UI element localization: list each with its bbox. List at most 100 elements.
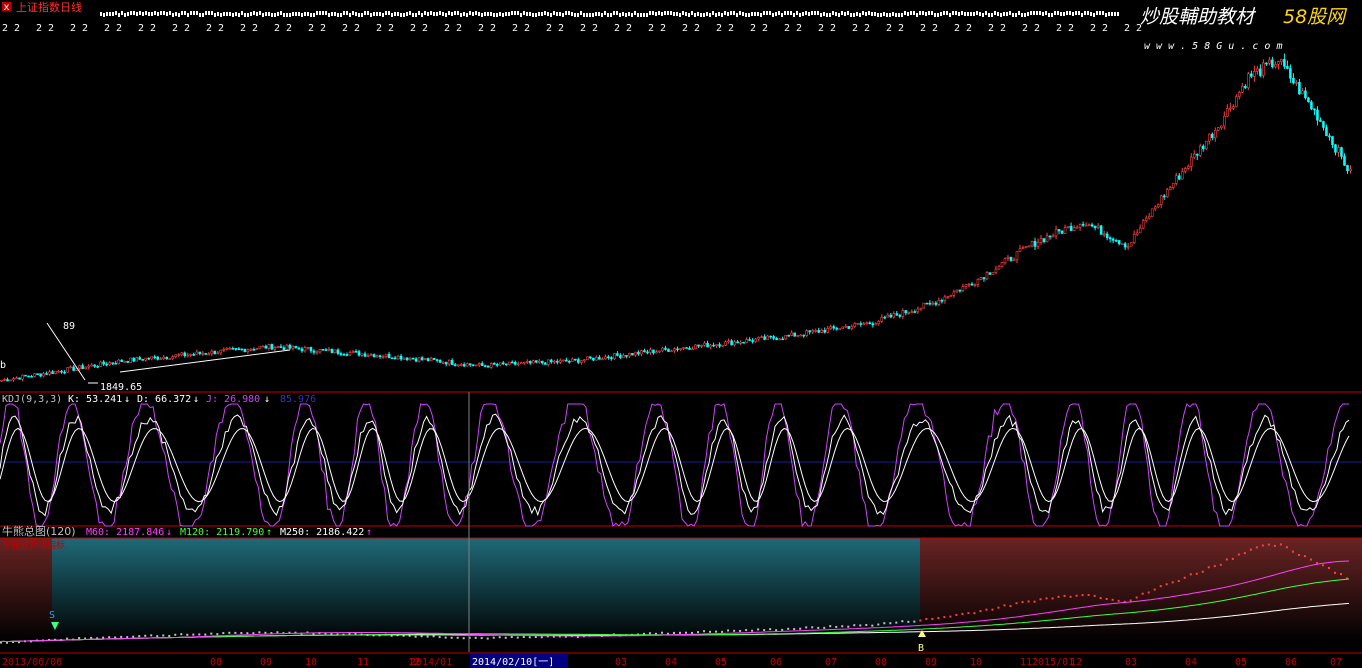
- strip-number: 2 2: [274, 23, 292, 34]
- bull-bear-bar: [829, 625, 832, 628]
- strip-mark: [883, 12, 885, 16]
- bull-bear-bar: [685, 631, 688, 634]
- candle: [1271, 56, 1274, 69]
- strip-mark: [838, 13, 840, 17]
- candle: [1075, 225, 1079, 229]
- candle: [1340, 146, 1343, 160]
- candle: [63, 369, 66, 375]
- candle: [583, 359, 586, 363]
- svg-text:x: x: [4, 2, 10, 13]
- time-axis-labels: 2013/06/06 08 09 10 11 12 03 04 05 06 07 08 09 10 11 12…: [2, 657, 1342, 668]
- candle: [1274, 61, 1277, 69]
- candle: [531, 359, 535, 364]
- kdj-extra-value: 85.976: [280, 394, 316, 405]
- strip-mark: [628, 12, 630, 16]
- candle: [282, 345, 286, 350]
- candle: [360, 353, 364, 358]
- bull-bear-bar: [156, 635, 159, 638]
- bull-bear-bar: [264, 631, 267, 634]
- strip-mark: [121, 11, 123, 15]
- candle: [12, 376, 15, 382]
- bull-bear-bar: [66, 637, 69, 640]
- bull-bear-bar: [186, 633, 189, 636]
- candle: [1325, 124, 1328, 137]
- candle: [1090, 222, 1094, 228]
- m120-arrow: ↑: [266, 527, 272, 538]
- candle: [537, 359, 541, 364]
- candle: [1033, 237, 1037, 251]
- strip-mark: [1024, 13, 1026, 17]
- candle: [688, 346, 691, 350]
- candle: [826, 325, 830, 334]
- candle: [1102, 230, 1106, 238]
- strip-mark: [1033, 11, 1035, 15]
- strip-mark: [451, 12, 453, 16]
- strip-number: 2 2: [206, 23, 224, 34]
- strip-mark: [1027, 12, 1029, 16]
- strip-mark: [295, 12, 297, 16]
- m60-value: M60: 2187.846: [86, 527, 164, 538]
- candle: [1096, 223, 1100, 230]
- bull-bear-bar: [1093, 594, 1096, 597]
- candle: [210, 349, 214, 357]
- candle: [1256, 65, 1259, 75]
- candle: [351, 349, 355, 354]
- strip-mark: [643, 13, 645, 17]
- candle: [682, 347, 685, 350]
- strip-mark: [127, 12, 129, 16]
- strip-mark: [415, 13, 417, 17]
- strip-mark: [769, 11, 771, 15]
- strip-mark: [712, 11, 714, 15]
- candle: [1153, 205, 1157, 211]
- candle: [126, 360, 129, 363]
- strip-mark: [1036, 11, 1038, 15]
- bull-bear-bar: [168, 634, 171, 637]
- bull-bear-panel[interactable]: [0, 537, 1362, 643]
- strip-mark: [829, 13, 831, 17]
- time-label: 2014/01: [410, 657, 452, 668]
- strip-mark: [841, 11, 843, 15]
- bull-bear-bar: [847, 625, 850, 628]
- candle: [102, 360, 105, 366]
- candle: [453, 362, 457, 367]
- candle: [60, 369, 63, 374]
- strip-mark: [988, 13, 990, 17]
- candle: [976, 278, 980, 288]
- watermark-title: 炒股輔助教材: [1140, 6, 1257, 28]
- candle: [42, 371, 45, 378]
- candle: [1210, 132, 1214, 141]
- strip-mark: [718, 12, 720, 16]
- strip-mark: [541, 12, 543, 16]
- candle: [610, 356, 613, 361]
- candle: [973, 283, 977, 288]
- candle: [766, 334, 769, 340]
- bull-bear-bar: [979, 610, 982, 613]
- candle: [1223, 111, 1226, 130]
- strip-mark: [247, 13, 249, 17]
- bull-bear-bar: [1237, 553, 1240, 556]
- strip-mark: [889, 13, 891, 17]
- candle: [622, 353, 625, 358]
- time-label: 09: [925, 657, 937, 668]
- candle: [676, 346, 679, 352]
- strip-mark: [436, 12, 438, 16]
- strip-mark: [634, 11, 636, 15]
- candle: [1021, 245, 1025, 250]
- strip-number: 2 2: [240, 23, 258, 34]
- kdj-panel[interactable]: [0, 461, 1362, 527]
- strip-mark: [175, 12, 177, 16]
- strip-mark: [487, 12, 489, 16]
- bull-bear-bar: [841, 625, 844, 628]
- candle: [1247, 71, 1250, 91]
- candle: [862, 321, 866, 326]
- strip-mark: [1075, 11, 1077, 15]
- bull-bear-bar: [1081, 594, 1084, 597]
- strip-mark: [586, 13, 588, 17]
- strip-mark: [412, 13, 414, 17]
- strip-mark: [304, 12, 306, 16]
- strip-mark: [1003, 12, 1005, 16]
- candle: [1250, 70, 1253, 79]
- strip-mark: [1099, 11, 1101, 15]
- stock-chart[interactable]: x 上证指数日线 2 22 22 22 22 22 22 22 22 22 22…: [0, 0, 1362, 668]
- candle: [528, 360, 532, 365]
